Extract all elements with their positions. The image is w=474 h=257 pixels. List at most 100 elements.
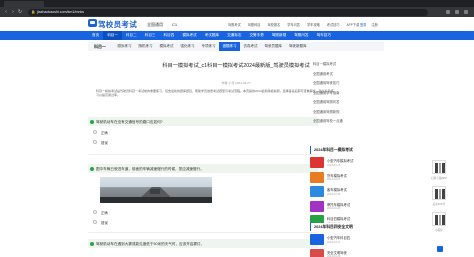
site-header: 驾校员考试 全国通用 C1 驾照考试 驾照科目 驾校报名 学车问答 学车攻略 考… (0, 17, 474, 30)
option-label: 正确 (101, 130, 108, 135)
sidebar-link[interactable]: 全国通用驾驶技巧 (313, 80, 339, 85)
license-type-selector[interactable]: C1 (172, 22, 177, 27)
sidebar-link[interactable]: 全国通用驾校一点通 (313, 118, 343, 123)
sub-nav-item[interactable]: 错题练习 (219, 42, 240, 51)
sidebar-item-title[interactable]: 小型汽车科目四 (327, 235, 350, 240)
radio-button[interactable] (93, 219, 97, 224)
auth-links: 登录 注册 (360, 22, 378, 27)
sub-nav: 科目一 顺序练习 随机练习 模拟考试 强化练习 专项练习 错题练习 仿真考试 驾驶员题库 驾驶新… (88, 42, 384, 51)
sidebar-article-item[interactable]: 小型汽车科目四 2024-03-21 (310, 233, 386, 247)
sub-nav-item[interactable]: 强化练习 (177, 42, 198, 51)
sidebar-section-title: 2024年科目一模拟考试 (310, 146, 386, 154)
top-nav-item[interactable]: APP下载 (347, 22, 360, 27)
main-nav-item[interactable]: 驾照新规 (268, 31, 290, 40)
question-bullet-icon (90, 119, 94, 124)
main-nav-item[interactable]: 交警手势 (245, 31, 267, 40)
sub-nav-item[interactable]: 驾驶新题库 (286, 42, 311, 51)
sidebar-link[interactable]: 全国通用驾照新规 (313, 109, 339, 114)
radio-button[interactable] (93, 129, 97, 134)
main-nav-item[interactable]: 科目三 (141, 31, 160, 40)
sidebar-item-title[interactable]: 客车模拟考试 (327, 187, 347, 192)
site-logo-text[interactable]: 驾校员考试 (98, 19, 137, 30)
sidebar-link[interactable]: 全国通用学车指南 (313, 90, 339, 95)
top-nav-item[interactable]: 考试技巧 (327, 22, 340, 27)
register-link[interactable]: 注册 (371, 22, 377, 27)
thumbnail-image[interactable] (310, 186, 324, 197)
sidebar-item-title[interactable]: 摩托车模拟考试 (327, 202, 350, 207)
login-link[interactable]: 登录 (360, 22, 366, 27)
sidebar-item-date: 2024-03-24 (327, 192, 341, 196)
thumbnail-image[interactable] (310, 234, 324, 245)
thumbnail-image[interactable] (310, 171, 324, 183)
main-nav-item[interactable]: 驾车技巧 (313, 31, 335, 40)
sidebar-article-item[interactable]: 客车模拟考试 2024-03-24 (310, 185, 386, 199)
sub-nav-item[interactable]: 驾驶员题库 (261, 42, 286, 51)
main-nav-item[interactable]: 模拟考试 (178, 31, 200, 40)
back-icon[interactable]: ‹ (3, 9, 9, 15)
option-label: 错误 (101, 140, 108, 145)
sub-nav-item[interactable]: 随机练习 (135, 42, 156, 51)
sidebar-item-title[interactable]: 小型汽车模拟考试 (327, 158, 353, 163)
profile-icon[interactable] (455, 10, 459, 14)
radio-button[interactable] (93, 139, 97, 144)
sidebar-item-title[interactable]: 科目四模拟考试 (327, 216, 350, 221)
sub-nav-item[interactable]: 顺序练习 (114, 42, 135, 51)
forward-icon[interactable]: › (10, 9, 16, 15)
main-nav-item[interactable]: 交通标志 (223, 31, 245, 40)
option-label: 错误 (101, 220, 108, 225)
top-nav-item[interactable]: 学车攻略 (307, 22, 320, 27)
sidebar-link[interactable]: 科目一模拟考试 (313, 61, 336, 66)
option-wrong[interactable]: 错误 (88, 138, 168, 146)
divider (88, 232, 318, 233)
question-header: 驾驶机动车在遇到大雾或能见度低于50米的天气时，应该开启雾灯。 (88, 239, 318, 248)
sub-nav-item[interactable]: 仿真考试 (240, 42, 261, 51)
main-nav-item[interactable]: 驾照问答 (290, 31, 312, 40)
sidebar-item-date: 2024-03-21 (327, 240, 341, 244)
question-3: 驾驶机动车在遇到大雾或能见度低于50米的天气时，应该开启雾灯。 (88, 239, 318, 248)
url-text: jiazhaokaoshi.com/km1/mnks (37, 10, 84, 14)
main-nav-item[interactable]: 首页 (88, 31, 103, 40)
main-nav-item[interactable]: 科目二 (122, 31, 141, 40)
top-nav-item[interactable]: 驾照科目 (248, 22, 261, 27)
sidebar-item-title[interactable]: 安全文明驾驶 (327, 250, 347, 255)
thumbnail-image[interactable] (310, 248, 324, 257)
radio-button[interactable] (93, 209, 97, 214)
menu-icon[interactable] (464, 10, 468, 14)
main-nav-item[interactable]: 科目一 (103, 31, 122, 40)
car-logo-icon[interactable] (88, 19, 97, 27)
main-nav: 首页 科目一 科目二 科目三 科目四 模拟考试 考试题库 交通标志 交警手势 驾照新规 驾照问答 驾车… (0, 31, 474, 40)
question-2: 图中车辆已驶进车道，前面的车辆减速慢行的时候，您应减速慢行。 (88, 164, 318, 173)
address-bar[interactable]: 🔒 jiazhaokaoshi.com/km1/mnks (28, 8, 428, 16)
top-nav-item[interactable]: 驾校报名 (268, 22, 281, 27)
option-correct[interactable]: 正确 (88, 208, 168, 216)
sidebar-link[interactable]: 全国通用考试 (313, 71, 333, 76)
sidebar-item-title[interactable]: 货车模拟考试 (327, 173, 347, 178)
top-nav-item[interactable]: 学车问答 (287, 22, 300, 27)
extension-icon[interactable] (446, 10, 450, 14)
sub-nav-item[interactable]: 专项练习 (198, 42, 219, 51)
top-nav-item[interactable]: 驾照考试 (228, 22, 241, 27)
question-road-image (100, 177, 212, 203)
region-selector[interactable]: 全国通用 (147, 22, 163, 28)
qr-code-label: 关注公众号 (432, 202, 446, 206)
option-correct[interactable]: 正确 (88, 128, 168, 136)
thumbnail-image[interactable] (310, 200, 324, 212)
thumbnail-image[interactable] (310, 157, 324, 168)
sidebar-article-item[interactable]: 货车模拟考试 2024-03-25 (310, 171, 386, 185)
main-nav-item[interactable]: 科目四 (160, 31, 179, 40)
question-bullet-icon (90, 166, 94, 171)
sidebar-article-item[interactable]: 摩托车模拟考试 2024-03-23 (310, 200, 386, 214)
sidebar-article-item[interactable]: 安全文明驾驶 2024-03-20 (310, 248, 386, 257)
dashboard-shape (100, 197, 212, 203)
qr-code-image (432, 186, 446, 200)
sub-nav-item[interactable]: 模拟考试 (156, 42, 177, 51)
browser-action-icons (446, 10, 468, 14)
reload-icon[interactable]: ↻ (17, 9, 23, 15)
back-to-top-button[interactable] (437, 246, 443, 252)
sidebar-article-item[interactable]: 小型汽车模拟考试 2024-03-26 (310, 156, 386, 170)
main-nav-item[interactable]: 考试题库 (201, 31, 223, 40)
option-wrong[interactable]: 错误 (88, 218, 168, 226)
sidebar-link[interactable]: 全国通用驾照问答 (313, 99, 339, 104)
question-text: 驾驶机动车在遇到大雾或能见度低于50米的天气时，应该开启雾灯。 (96, 241, 205, 246)
qr-code-image (432, 160, 446, 174)
